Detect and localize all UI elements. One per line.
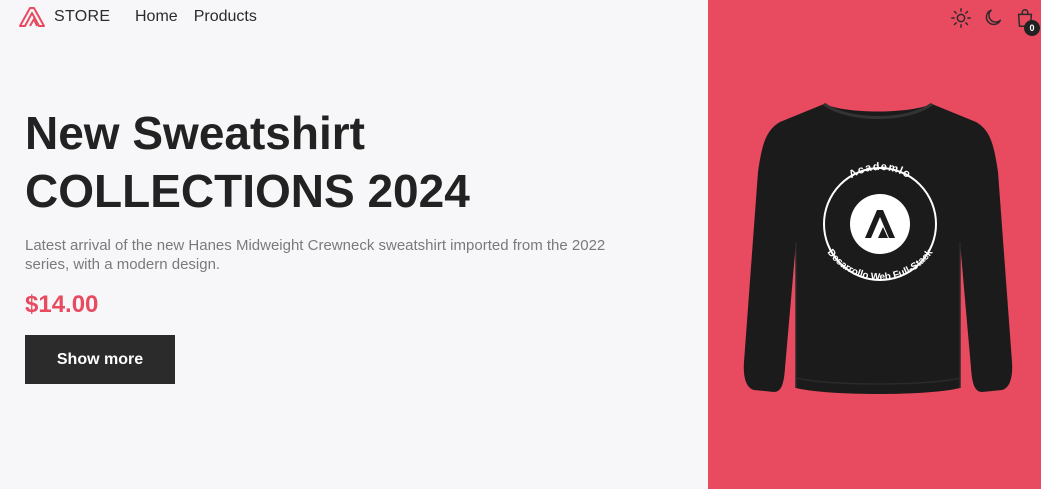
hero-title: New Sweatshirt COLLECTIONS 2024	[25, 104, 625, 220]
logo-icon	[19, 7, 45, 27]
hero-title-line1: New Sweatshirt	[25, 107, 365, 159]
show-more-button[interactable]: Show more	[25, 335, 175, 384]
sweatshirt-image: Academlo Desarrollo Web Full-Stack	[743, 102, 1013, 394]
light-theme-button[interactable]	[950, 7, 972, 29]
main-nav: Home Products	[135, 8, 257, 26]
moon-icon	[985, 9, 1002, 26]
dark-theme-button[interactable]	[982, 7, 1004, 29]
nav-products[interactable]: Products	[194, 8, 257, 26]
brand-link[interactable]: STORE	[18, 6, 110, 28]
cart-button[interactable]: 0	[1014, 7, 1040, 36]
sun-icon	[951, 8, 971, 28]
hero-title-line2: COLLECTIONS 2024	[25, 165, 470, 217]
cart-count-badge: 0	[1024, 20, 1040, 36]
header-actions: 0	[950, 7, 1040, 36]
hero-description: Latest arrival of the new Hanes Midweigh…	[25, 237, 606, 273]
hero-price: $14.00	[25, 291, 99, 318]
nav-home[interactable]: Home	[135, 8, 178, 26]
brand-name: STORE	[54, 8, 111, 25]
top-navbar: STORE Home Products 0	[0, 0, 1041, 36]
